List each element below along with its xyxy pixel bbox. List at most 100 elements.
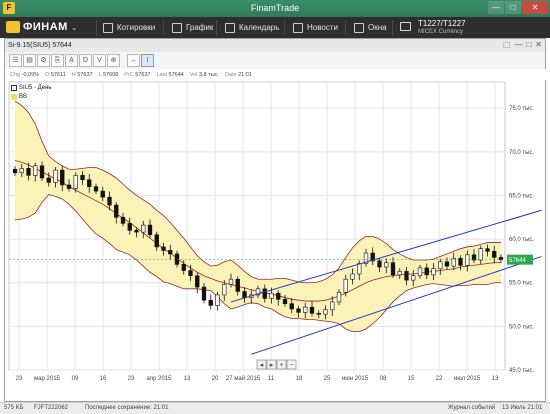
volume-button[interactable]: V bbox=[93, 54, 106, 67]
template-button[interactable]: ▤ bbox=[23, 54, 36, 67]
x-tick-label: 23 bbox=[16, 376, 23, 382]
candle-body bbox=[154, 234, 159, 248]
minimize-button[interactable]: — bbox=[488, 1, 504, 14]
legend-item-price[interactable]: SIU5 - День bbox=[11, 83, 52, 92]
candle-body bbox=[100, 190, 105, 198]
candle-body bbox=[303, 306, 308, 313]
candle-body bbox=[289, 303, 294, 310]
y-tick-label: 70,0 тыс. bbox=[509, 150, 534, 156]
candle-body bbox=[262, 288, 267, 299]
candle-body bbox=[309, 306, 315, 314]
zoom-control-glyph: ◂ bbox=[260, 362, 264, 369]
y-tick-label: 55,0 тыс. bbox=[509, 281, 534, 287]
detach-button[interactable]: ⬚ bbox=[503, 40, 511, 49]
x-tick-label: апр 2015 bbox=[147, 376, 173, 382]
candle-body bbox=[350, 273, 355, 280]
y-tick-label: 60,0 тыс. bbox=[509, 237, 534, 243]
chart-toolbar: ☰ ▤ ⚙ ⎘ A D V ⊕ ↔ Ⅰ bbox=[5, 52, 545, 70]
candle-body bbox=[404, 271, 409, 281]
candle-body bbox=[134, 230, 139, 233]
candle-body bbox=[93, 186, 99, 192]
x-tick-label: 08 bbox=[380, 376, 387, 382]
candle-body bbox=[444, 261, 450, 267]
candle-body bbox=[73, 175, 78, 189]
candle-body bbox=[384, 262, 389, 268]
close-button[interactable]: ✕ bbox=[522, 1, 548, 14]
chart-legend: SIU5 - День BB bbox=[11, 83, 52, 101]
candle-body bbox=[458, 257, 463, 266]
chart-maximize-button[interactable]: □ bbox=[526, 40, 531, 49]
x-tick-label: июн 2015 bbox=[342, 376, 369, 382]
x-tick-label: 13 bbox=[184, 376, 191, 382]
settings-button[interactable]: ⚙ bbox=[37, 54, 50, 67]
copy-button[interactable]: ⎘ bbox=[51, 54, 64, 67]
last-price-label: 57644 bbox=[509, 258, 526, 264]
y-tick-label: 65,0 тыс. bbox=[509, 193, 534, 199]
menu-item-news[interactable]: Новости bbox=[293, 21, 338, 34]
candle-body bbox=[174, 253, 180, 265]
candle-body bbox=[498, 257, 504, 260]
y-tick-label: 50,0 тыс. bbox=[509, 324, 534, 330]
chart-minimize-button[interactable]: — bbox=[514, 40, 522, 49]
menu-item-windows[interactable]: Окна bbox=[354, 21, 387, 34]
zoom-control-glyph: ▸ bbox=[270, 362, 274, 369]
chg-value: -0,09% bbox=[21, 71, 40, 78]
d-tool-button[interactable]: D bbox=[79, 54, 92, 67]
candle-body bbox=[12, 168, 18, 174]
candle-body bbox=[377, 260, 382, 268]
chevron-down-icon[interactable]: ⌄ bbox=[71, 23, 78, 32]
event-log-link[interactable]: Журнал событий bbox=[448, 405, 495, 411]
last-value: 57644 bbox=[168, 71, 184, 78]
menu-item-chart[interactable]: График bbox=[172, 21, 213, 34]
x-tick-label: 11 bbox=[268, 376, 275, 382]
chart-window-title: Si-9.15(SIU5) 57644 bbox=[8, 42, 72, 49]
x-tick-label: 18 bbox=[296, 376, 303, 382]
price-chart[interactable]: 45,0 тыс. 50,0 тыс. 55,0 тыс. 60,0 тыс. 65,0… bbox=[5, 80, 545, 401]
candle-body bbox=[228, 278, 234, 285]
text-tool-button[interactable]: A bbox=[65, 54, 78, 67]
chart-window: Si-9.15(SIU5) 57644 ⬚ — □ ✕ ☰ ▤ ⚙ ⎘ A D … bbox=[4, 38, 550, 402]
chart-close-button[interactable]: ✕ bbox=[535, 40, 542, 49]
chart-icon bbox=[172, 22, 182, 33]
x-tick-label: мар 2015 bbox=[34, 376, 60, 382]
candle-body bbox=[492, 251, 497, 258]
calendar-icon bbox=[225, 22, 235, 33]
briefcase-icon[interactable] bbox=[400, 22, 411, 31]
account-name: MICEX Currency bbox=[418, 29, 464, 35]
cursor-button[interactable]: Ⅰ bbox=[141, 54, 154, 67]
finam-logo[interactable]: ФИНАМ ⌄ bbox=[6, 21, 78, 33]
legend-item-bb[interactable]: BB bbox=[11, 92, 52, 101]
candle-body bbox=[269, 292, 274, 299]
low-value: 57608 bbox=[102, 71, 119, 78]
candle-body bbox=[343, 278, 348, 293]
chart-window-titlebar: Si-9.15(SIU5) 57644 ⬚ — □ ✕ bbox=[5, 39, 545, 53]
crosshair-button[interactable]: ⊕ bbox=[107, 54, 120, 67]
candle-body bbox=[39, 165, 45, 179]
candle-body bbox=[26, 168, 31, 176]
pan-button[interactable]: ↔ bbox=[127, 54, 140, 67]
quote-infobar: Chg -0,09% O 57611 H 57637 L 57608 PrC 5… bbox=[5, 69, 550, 80]
menu-item-quotes[interactable]: Котировки bbox=[103, 21, 155, 34]
menu-item-calendar[interactable]: Календарь bbox=[225, 21, 279, 34]
status-datetime: 13 Июль 21:01 bbox=[502, 405, 543, 411]
menu-button[interactable]: ☰ bbox=[9, 54, 22, 67]
candle-body bbox=[127, 223, 132, 231]
candle-body bbox=[33, 165, 38, 176]
candle-body bbox=[397, 271, 402, 276]
candle-body bbox=[19, 168, 24, 174]
candle-body bbox=[485, 248, 490, 252]
candle-body bbox=[431, 268, 436, 276]
candle-body bbox=[282, 299, 288, 304]
maximize-button[interactable]: □ bbox=[505, 1, 521, 14]
high-value: 57637 bbox=[77, 71, 93, 78]
candle-body bbox=[66, 184, 72, 189]
candle-body bbox=[417, 267, 423, 277]
window-titlebar: F FinamTrade — □ ✕ bbox=[0, 0, 550, 17]
logo-text: ФИНАМ bbox=[23, 21, 68, 33]
candle-body bbox=[80, 175, 85, 181]
candle-body bbox=[114, 204, 119, 218]
account-selector[interactable]: T1227/T1227 MICEX Currency bbox=[418, 20, 466, 36]
status-bar: 575 KБ FJFT222062 Последнее сохранение: … bbox=[0, 402, 550, 414]
candle-body bbox=[357, 263, 362, 275]
open-value: 57611 bbox=[50, 71, 66, 78]
